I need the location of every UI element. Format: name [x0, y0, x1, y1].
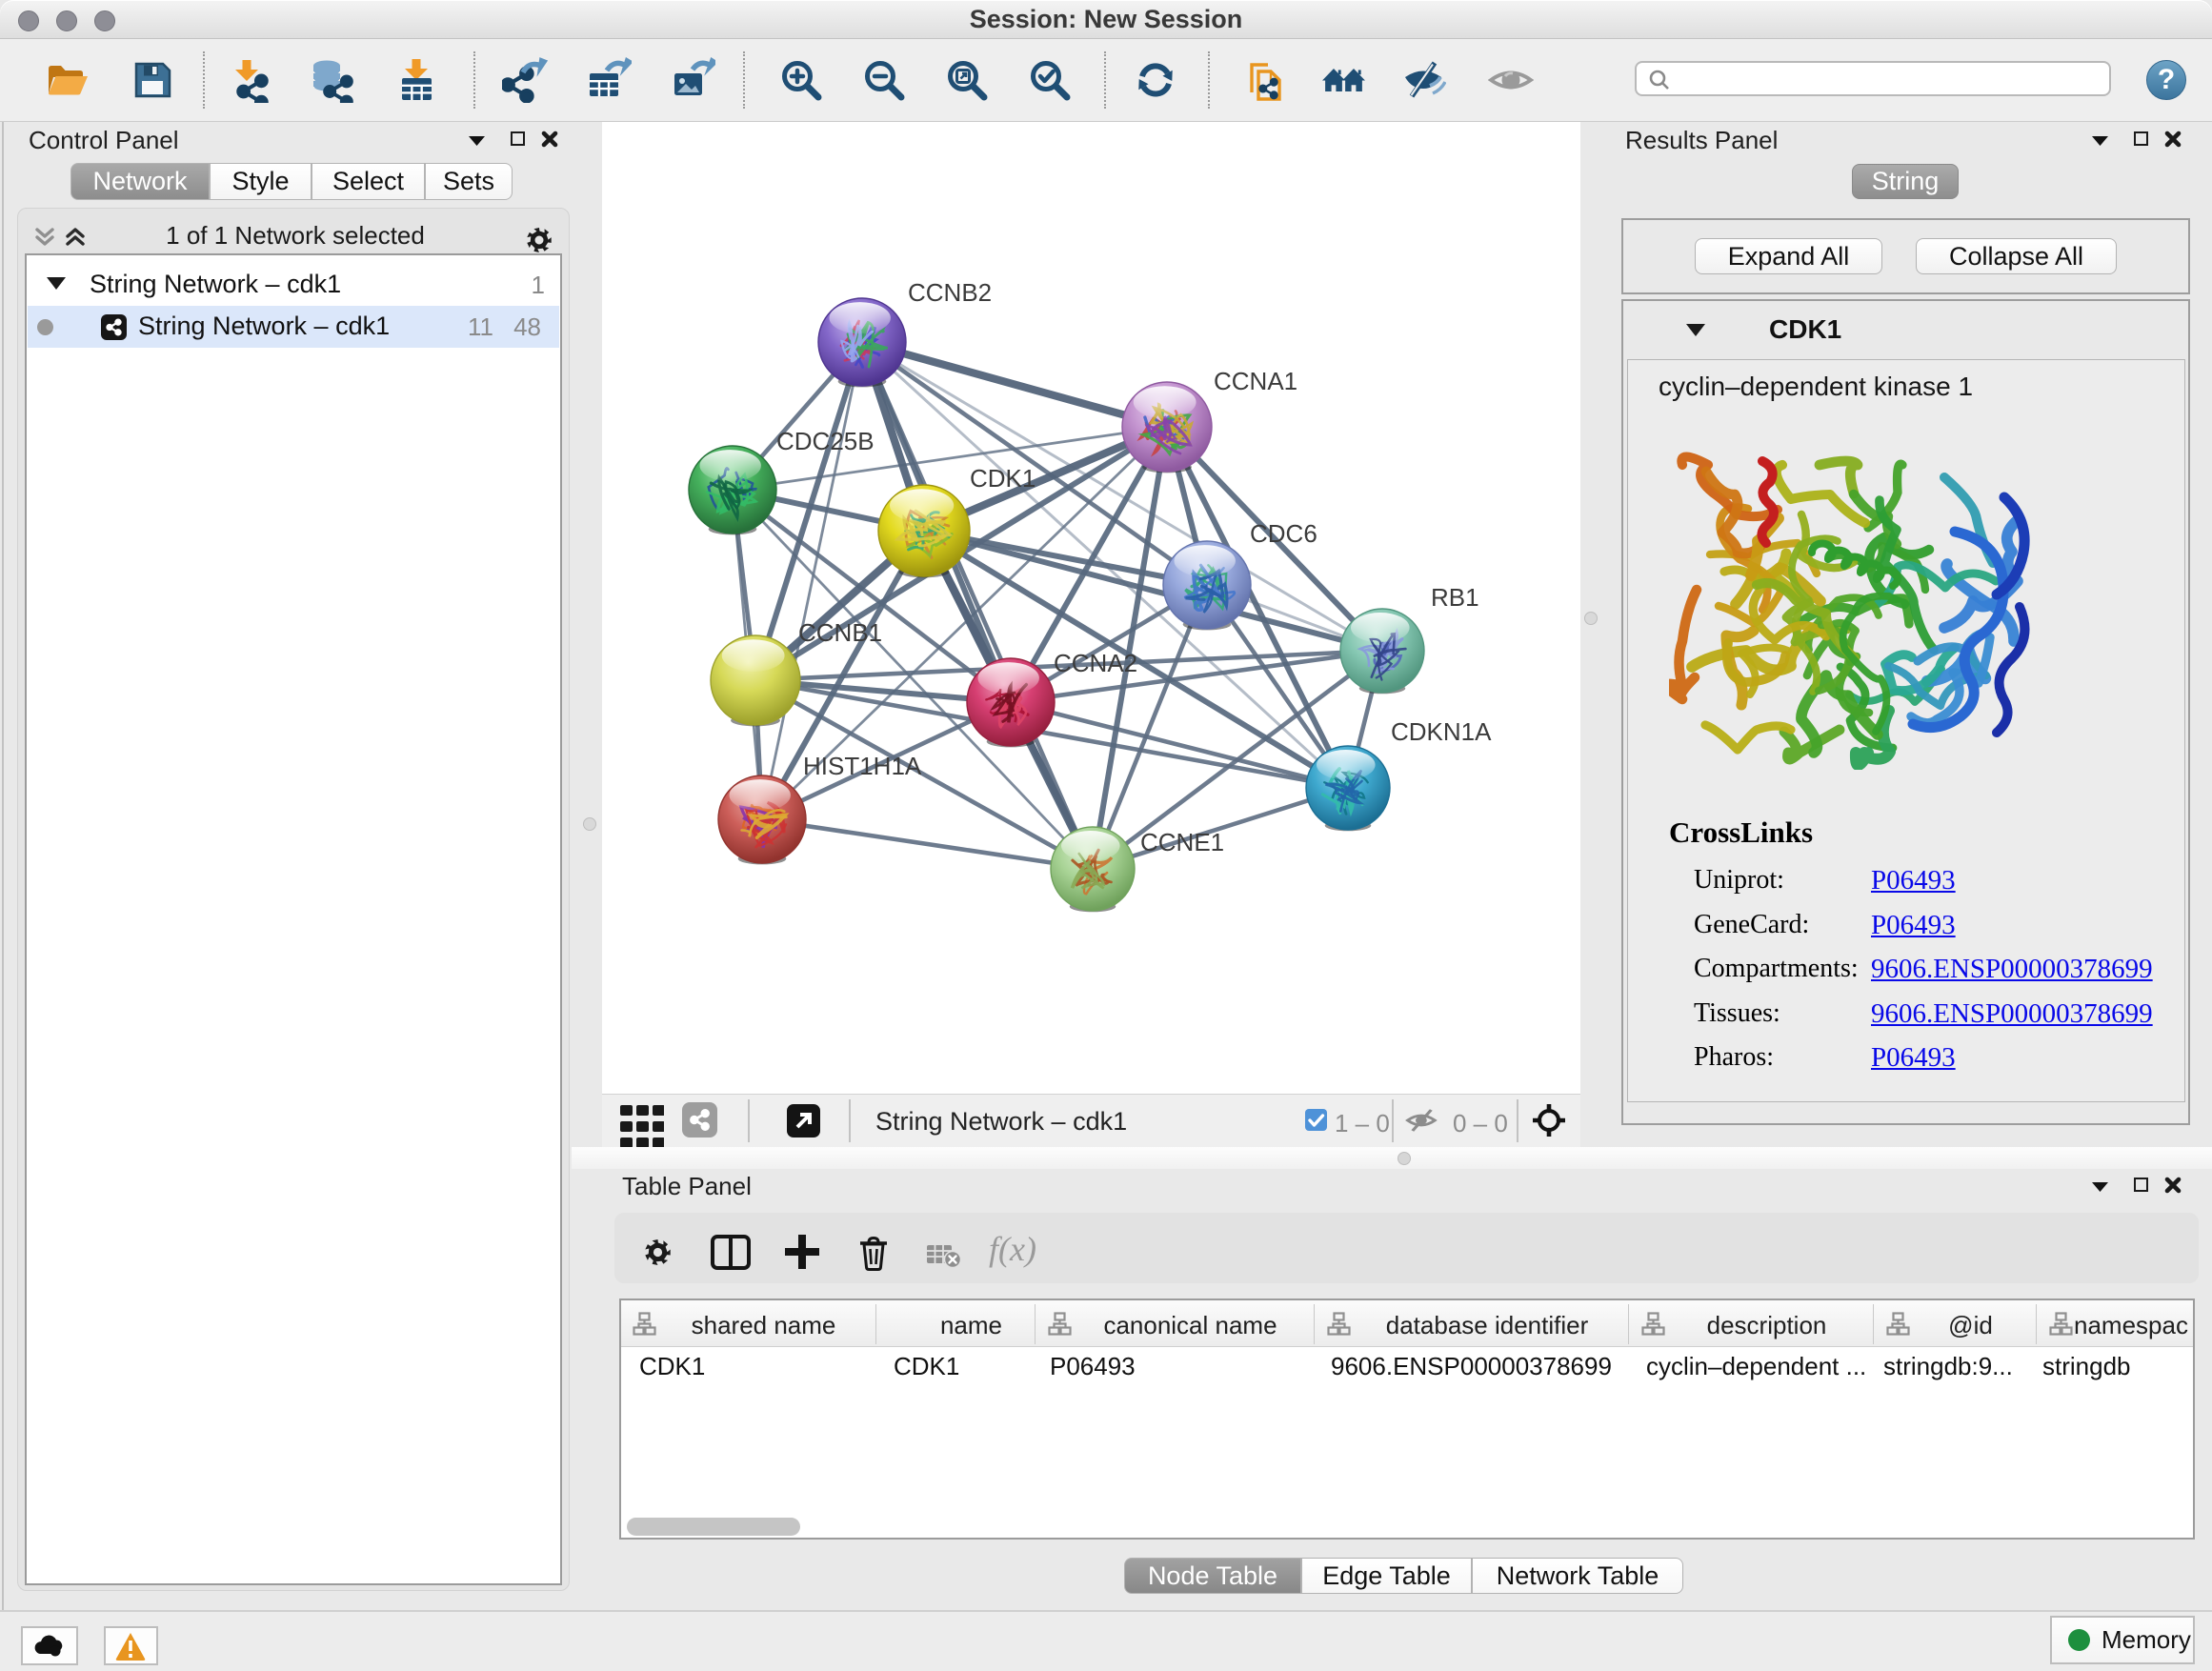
svg-text:RB1: RB1 [1431, 583, 1479, 612]
svg-text:CCNA2: CCNA2 [1054, 649, 1137, 677]
svg-text:CDC25B: CDC25B [776, 427, 875, 455]
svg-text:CCNE1: CCNE1 [1140, 828, 1224, 856]
svg-text:HIST1H1A: HIST1H1A [803, 752, 922, 780]
svg-text:CDK1: CDK1 [970, 464, 1036, 493]
svg-text:CCNB1: CCNB1 [798, 618, 882, 647]
svg-text:CCNA1: CCNA1 [1214, 367, 1297, 395]
svg-text:CCNB2: CCNB2 [908, 278, 992, 307]
svg-text:CDKN1A: CDKN1A [1391, 717, 1492, 746]
svg-text:CDC6: CDC6 [1250, 519, 1317, 548]
